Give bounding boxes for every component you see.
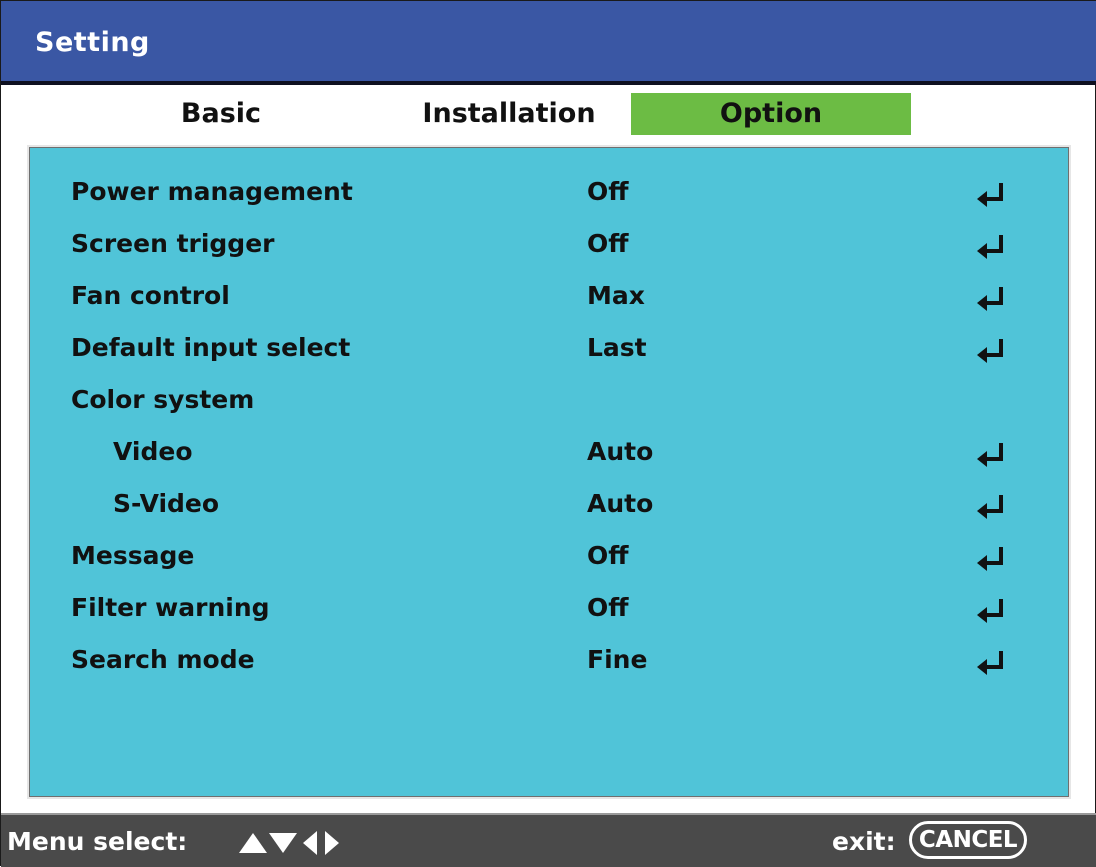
enter-icon[interactable] xyxy=(973,491,1007,521)
enter-icon[interactable] xyxy=(973,179,1007,209)
menu-select-label: Menu select: xyxy=(7,827,188,856)
setting-label: Power management xyxy=(71,177,353,206)
setting-row-filter-warning[interactable]: Filter warning Off xyxy=(29,583,1069,635)
setting-row-power-management[interactable]: Power management Off xyxy=(29,167,1069,219)
setting-label: Message xyxy=(71,541,195,570)
settings-window: Setting Basic Installation Option Power … xyxy=(0,0,1096,867)
title-bar: Setting xyxy=(1,1,1096,85)
setting-label: Filter warning xyxy=(71,593,270,622)
option-settings-panel: Power management Off Screen trigger Off … xyxy=(27,145,1071,799)
enter-icon[interactable] xyxy=(973,231,1007,261)
setting-group-label: Color system xyxy=(71,385,255,414)
setting-label: Video xyxy=(113,437,193,466)
setting-value: Off xyxy=(587,541,629,570)
cancel-button[interactable]: CANCEL xyxy=(909,821,1027,859)
setting-row-search-mode[interactable]: Search mode Fine xyxy=(29,635,1069,687)
setting-value: Off xyxy=(587,229,629,258)
setting-row-fan-control[interactable]: Fan control Max xyxy=(29,271,1069,323)
enter-icon[interactable] xyxy=(973,595,1007,625)
setting-row-default-input-select[interactable]: Default input select Last xyxy=(29,323,1069,375)
setting-value: Auto xyxy=(587,489,654,518)
setting-label: S-Video xyxy=(113,489,220,518)
left-triangle-icon xyxy=(303,831,317,855)
tab-bar: Basic Installation Option xyxy=(1,85,1096,145)
enter-icon[interactable] xyxy=(973,283,1007,313)
down-triangle-icon xyxy=(269,833,297,853)
right-triangle-icon xyxy=(325,831,339,855)
setting-row-video[interactable]: Video Auto xyxy=(29,427,1069,479)
setting-value: Max xyxy=(587,281,645,310)
up-triangle-icon xyxy=(239,833,267,853)
enter-icon[interactable] xyxy=(973,543,1007,573)
setting-value: Off xyxy=(587,177,629,206)
setting-row-message[interactable]: Message Off xyxy=(29,531,1069,583)
status-bar: Menu select: exit: CANCEL xyxy=(1,813,1096,867)
setting-value: Fine xyxy=(587,645,648,674)
navigation-arrows xyxy=(239,831,339,855)
exit-label: exit: xyxy=(832,827,896,856)
enter-icon[interactable] xyxy=(973,439,1007,469)
tab-installation[interactable]: Installation xyxy=(399,93,619,135)
setting-value: Last xyxy=(587,333,647,362)
enter-icon[interactable] xyxy=(973,647,1007,677)
setting-row-screen-trigger[interactable]: Screen trigger Off xyxy=(29,219,1069,271)
setting-label: Fan control xyxy=(71,281,230,310)
setting-value: Off xyxy=(587,593,629,622)
enter-icon[interactable] xyxy=(973,335,1007,365)
setting-value: Auto xyxy=(587,437,654,466)
setting-label: Screen trigger xyxy=(71,229,275,258)
setting-label: Default input select xyxy=(71,333,351,362)
setting-label: Search mode xyxy=(71,645,255,674)
window-title: Setting xyxy=(35,27,150,58)
setting-row-color-system: Color system xyxy=(29,375,1069,427)
tab-basic[interactable]: Basic xyxy=(151,93,291,135)
setting-row-s-video[interactable]: S-Video Auto xyxy=(29,479,1069,531)
tab-option[interactable]: Option xyxy=(631,93,911,135)
